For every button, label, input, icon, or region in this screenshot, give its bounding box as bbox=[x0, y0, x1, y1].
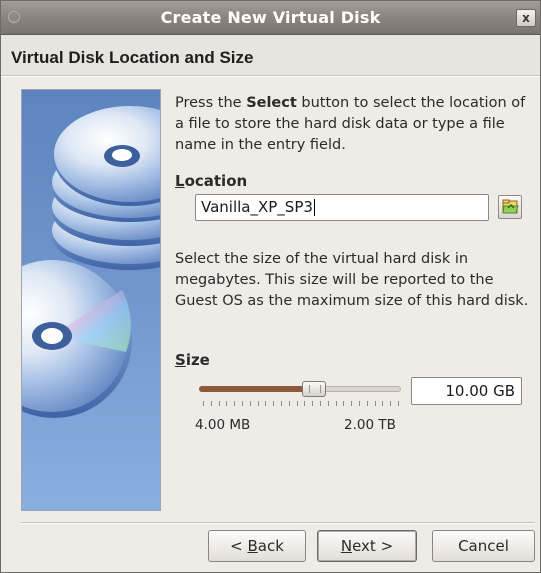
folder-open-icon bbox=[502, 199, 519, 214]
size-label: Size bbox=[175, 351, 210, 369]
slider-tick bbox=[265, 401, 267, 406]
intro-text: Press the Select button to select the lo… bbox=[175, 95, 526, 153]
slider-tick bbox=[359, 401, 360, 406]
slider-tick bbox=[374, 401, 376, 406]
slider-tick bbox=[203, 401, 204, 406]
back-button[interactable]: < Back bbox=[208, 530, 306, 562]
slider-tick bbox=[281, 401, 282, 406]
slider-tick bbox=[320, 401, 321, 406]
page-header: Virtual Disk Location and Size bbox=[1, 35, 540, 75]
slider-tick bbox=[343, 401, 345, 406]
slider-tick bbox=[382, 401, 384, 406]
cancel-button[interactable]: Cancel bbox=[432, 530, 535, 562]
slider-tick bbox=[390, 401, 392, 406]
close-button[interactable]: x bbox=[516, 9, 536, 27]
slider-tick bbox=[288, 401, 290, 406]
next-button[interactable]: Next > bbox=[317, 530, 417, 562]
slider-tick bbox=[226, 401, 228, 406]
text-caret bbox=[313, 199, 315, 216]
size-max-label: 2.00 TB bbox=[344, 417, 396, 433]
slider-tick bbox=[218, 401, 220, 406]
slider-tick bbox=[327, 401, 329, 406]
slider-tick bbox=[257, 401, 259, 406]
slider-tick bbox=[366, 401, 368, 406]
page-title: Virtual Disk Location and Size bbox=[11, 48, 254, 67]
slider-tick bbox=[304, 401, 306, 406]
select-file-button[interactable] bbox=[498, 195, 522, 219]
size-input[interactable]: 10.00 GB bbox=[411, 377, 522, 405]
location-label: Location bbox=[175, 172, 248, 190]
dialog-window: Create New Virtual Disk x Virtual Disk L… bbox=[0, 0, 541, 573]
slider-tick bbox=[273, 401, 275, 406]
slider-tick bbox=[249, 401, 251, 406]
disk-illustration bbox=[21, 89, 161, 511]
slider-tick bbox=[335, 401, 337, 406]
location-input[interactable]: Vanilla_XP_SP3 bbox=[195, 194, 489, 221]
slider-tick bbox=[296, 401, 298, 406]
disks-icon bbox=[22, 106, 160, 418]
slider-tick bbox=[210, 401, 212, 406]
slider-tick bbox=[398, 401, 399, 406]
title-bar[interactable]: Create New Virtual Disk x bbox=[1, 1, 540, 35]
size-description: Select the size of the virtual hard disk… bbox=[175, 251, 529, 309]
slider-tick bbox=[242, 401, 243, 406]
size-slider-fill bbox=[199, 386, 315, 392]
window-title: Create New Virtual Disk bbox=[160, 8, 381, 27]
slider-tick bbox=[312, 401, 314, 406]
slider-tick bbox=[351, 401, 353, 406]
size-slider-handle[interactable] bbox=[302, 381, 327, 397]
size-min-label: 4.00 MB bbox=[195, 417, 251, 433]
size-slider-ticks bbox=[203, 401, 399, 407]
slider-tick bbox=[234, 401, 236, 406]
